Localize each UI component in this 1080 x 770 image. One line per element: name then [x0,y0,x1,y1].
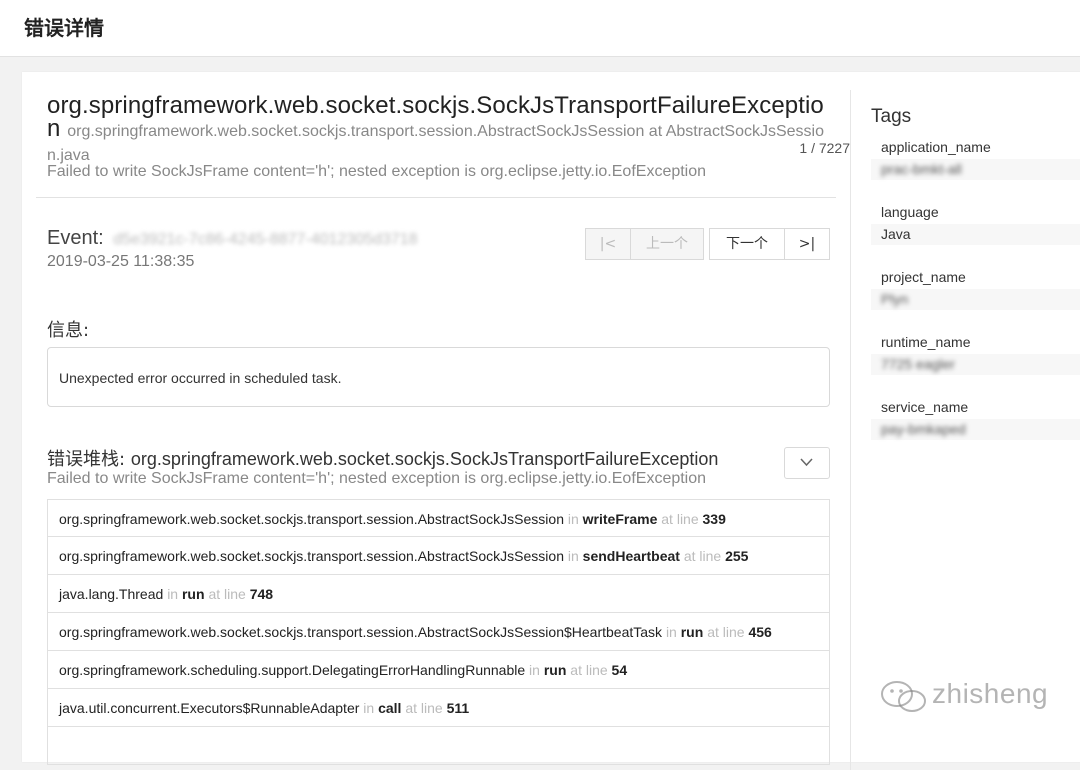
frame-in: in [529,662,540,678]
stack-message: Failed to write SockJsFrame content='h';… [47,470,707,487]
frame-in: in [363,700,375,716]
frame-at-line: at line [661,511,699,527]
panel-divider [850,90,851,770]
frame-line: 255 [725,548,749,564]
event-time: 2019-03-25 11:38:35 [47,253,195,270]
first-page-icon: |< [599,236,617,252]
tag-value: pay-bmkaped [871,419,1080,440]
tag-value-text: Java [881,226,911,242]
stack-frame-row[interactable]: org.springframework.scheduling.support.D… [47,651,830,689]
tag-key: project_name [881,269,966,285]
stack-frame-row[interactable]: java.lang.Thread in run at line 748 [47,575,830,613]
frame-line: 54 [611,662,628,678]
frame-method: run [543,662,567,678]
top-bar: 错误详情 [0,0,1080,57]
tag-value: prac-bmkt-all [871,159,1080,180]
event-counter: 1 / 7227 [799,140,850,156]
stack-exception-class: org.springframework.web.socket.sockjs.So… [130,449,719,469]
frame-method: writeFrame [582,511,658,527]
stack-frame-row[interactable] [47,727,830,765]
frame-class: org.springframework.web.socket.sockjs.tr… [59,548,564,564]
tags-title: Tags [871,106,912,127]
frame-at-line: at line [683,548,722,564]
frame-line: 456 [748,624,772,640]
page-title: 错误详情 [24,16,104,40]
frame-at-line: at line [208,586,246,602]
frame-at-line: at line [405,700,443,716]
frame-class: org.springframework.scheduling.support.D… [59,662,526,678]
tag-value: Plyn [871,289,1080,310]
tag-value-text: pay-bmkaped [881,421,966,437]
tag-value: Java [871,224,1080,245]
stack-frame-row[interactable]: org.springframework.web.socket.sockjs.tr… [47,537,830,575]
stack-frame-row[interactable]: org.springframework.web.socket.sockjs.tr… [47,499,830,537]
tag-value: 7725 eagler [871,354,1080,375]
frame-class: org.springframework.web.socket.sockjs.tr… [59,624,663,640]
frame-in: in [567,548,579,564]
stack-frames: org.springframework.web.socket.sockjs.tr… [47,499,830,765]
exception-message: Failed to write SockJsFrame content='h';… [47,163,707,180]
frame-in: in [567,511,579,527]
frame-at-line: at line [707,624,745,640]
info-message-box: Unexpected error occurred in scheduled t… [47,347,830,407]
error-detail-card: org.springframework.web.socket.sockjs.So… [22,72,1080,770]
last-page-button[interactable]: >| [784,228,830,260]
frame-line: 511 [446,700,470,716]
frame-line: 339 [702,511,726,527]
header-divider [36,197,836,198]
stack-frame-row[interactable]: java.util.concurrent.Executors$RunnableA… [47,689,830,727]
frame-method: run [680,624,704,640]
wechat-icon [881,681,926,712]
stack-frame-row[interactable]: org.springframework.web.socket.sockjs.tr… [47,613,830,651]
frame-in: in [665,624,677,640]
tag-key: service_name [881,399,969,415]
tag-value-text: Plyn [881,291,909,307]
tag-key: application_name [881,139,991,155]
frame-class: java.util.concurrent.Executors$RunnableA… [59,700,360,716]
frame-class: java.lang.Thread [59,586,164,602]
watermark-text: zhisheng [932,678,1049,709]
info-message: Unexpected error occurred in scheduled t… [59,370,342,386]
frame-method: call [378,700,402,716]
frame-class: org.springframework.web.socket.sockjs.tr… [59,511,564,527]
next-button[interactable]: 下一个 [709,228,785,260]
frame-at-line: at line [570,662,608,678]
event-line: Event: d5e3921c-7c86-4245-8877-4012305d3… [47,227,418,250]
event-id: d5e3921c-7c86-4245-8877-4012305d3718 [113,231,418,248]
info-label: 信息: [47,320,90,341]
main-panel: org.springframework.web.socket.sockjs.So… [22,72,850,765]
frame-line: 748 [249,586,274,602]
stack-label: 错误堆栈: [47,449,126,470]
tag-value-text: prac-bmkt-all [881,161,962,177]
tag-value-text: 7725 eagler [881,356,955,372]
tag-key: runtime_name [881,334,971,350]
prev-button[interactable]: 上一个 [630,228,704,260]
stack-toggle-button[interactable] [784,447,830,479]
event-label: Event: [47,227,104,249]
tag-key: language [881,204,939,220]
first-page-button[interactable]: |< [585,228,631,260]
stack-title: 错误堆栈: org.springframework.web.socket.soc… [47,445,718,471]
exception-location: org.springframework.web.socket.sockjs.tr… [47,123,824,164]
frame-in: in [167,586,179,602]
exception-title: org.springframework.web.socket.sockjs.So… [47,94,837,165]
frame-method: run [181,586,205,602]
last-page-icon: >| [798,236,816,252]
chevron-down-icon [800,458,813,467]
frame-method: sendHeartbeat [582,548,680,564]
